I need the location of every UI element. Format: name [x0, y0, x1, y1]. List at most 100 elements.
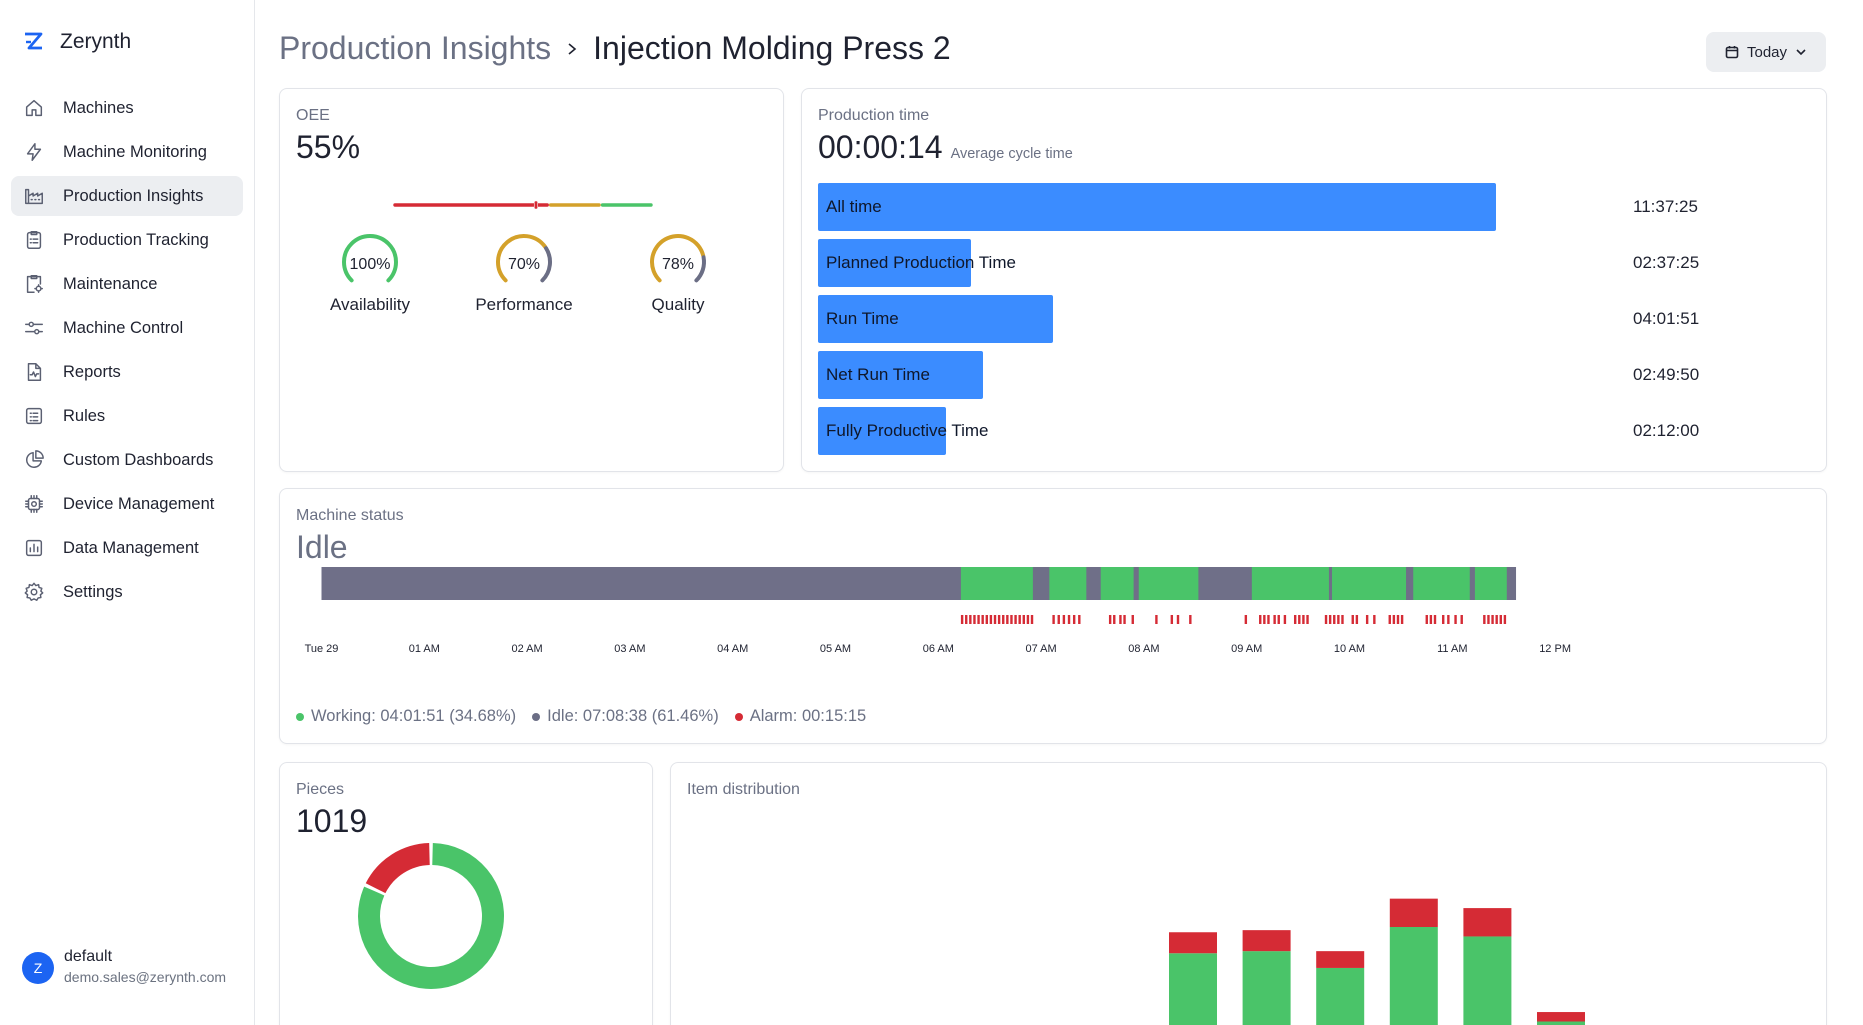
legend-alarm[interactable]: Alarm: 00:15:15: [734, 707, 867, 726]
sidebar-item-machines[interactable]: Machines: [11, 88, 243, 128]
legend-working[interactable]: Working: 04:01:51 (34.68%): [296, 707, 516, 726]
status-alarm-mark: [1062, 615, 1066, 624]
status-alarm-mark: [1022, 615, 1025, 624]
sidebar-item-label: Reports: [63, 362, 121, 381]
legend-idle[interactable]: Idle: 07:08:38 (61.46%): [532, 707, 719, 726]
distribution-bar-segment: [1389, 898, 1438, 927]
status-working-segment: [1138, 567, 1199, 600]
status-alarm-mark: [1337, 615, 1340, 624]
status-alarm-mark: [1078, 615, 1081, 624]
status-working-segment: [1332, 567, 1407, 600]
status-alarm-mark: [1131, 615, 1134, 624]
status-alarm-mark: [1273, 615, 1276, 624]
sidebar-item-data-management[interactable]: Data Management: [11, 528, 243, 568]
sidebar-item-label: Machine Monitoring: [63, 142, 207, 161]
status-alarm-mark: [1373, 615, 1376, 624]
status-alarm-mark: [1298, 615, 1301, 624]
donut-bad-slice: [365, 843, 430, 894]
brand[interactable]: Zerynth: [22, 30, 131, 54]
legend-dot: [296, 712, 304, 721]
prod-label: Planned Production Time: [826, 253, 1016, 272]
sidebar-item-settings[interactable]: Settings: [11, 572, 243, 612]
sidebar-item-label: Machine Control: [63, 318, 184, 337]
breadcrumb: Production Insights Injection Molding Pr…: [279, 30, 951, 67]
sidebar-item-reports[interactable]: Reports: [11, 352, 243, 392]
production-time-value-row: 00:00:14 Average cycle time: [818, 129, 1073, 166]
sidebar-item-machine-monitoring[interactable]: Machine Monitoring: [11, 132, 243, 172]
date-filter-button[interactable]: Today: [1706, 32, 1826, 72]
status-alarm-mark: [1503, 615, 1507, 624]
prod-row-planned-production-time: Planned Production Time 02:37:25: [818, 239, 1818, 287]
item-distribution-chart[interactable]: [671, 763, 1828, 1025]
clipboard-icon: [23, 229, 45, 251]
time-axis-tick: 10 AM: [1334, 643, 1365, 655]
pieces-card: Pieces 1019: [279, 762, 653, 1025]
time-axis-tick: 01 AM: [409, 643, 440, 655]
chevron-down-icon: [1796, 49, 1806, 56]
status-alarm-mark: [1267, 615, 1270, 624]
performance-value: 70%: [507, 256, 541, 273]
status-working-segment: [1251, 567, 1329, 600]
prod-row-all-time: All time 11:37:25: [818, 183, 1818, 231]
legend-text: Working: 04:01:51 (34.68%): [311, 707, 517, 725]
sidebar-item-label: Data Management: [63, 538, 199, 557]
gear-icon: [23, 581, 45, 603]
sidebar-item-device-management[interactable]: Device Management: [11, 484, 243, 524]
availability-gauge: 100% Availability: [300, 231, 440, 315]
user-name: default: [64, 948, 113, 965]
status-alarm-mark: [1429, 615, 1433, 624]
status-alarm-mark: [1328, 615, 1332, 624]
status-alarm-mark: [1400, 615, 1404, 624]
user-profile[interactable]: Z default demo.sales@zerynth.com: [22, 948, 226, 985]
status-alarm-mark: [1324, 615, 1328, 624]
legend-text: Alarm: 00:15:15: [749, 707, 867, 725]
status-alarm-mark: [993, 615, 997, 624]
status-alarm-mark: [1491, 615, 1494, 624]
time-axis-tick: Tue 29: [305, 643, 339, 655]
status-alarm-mark: [1306, 615, 1309, 624]
status-alarm-mark: [1010, 615, 1013, 624]
status-alarm-mark: [1499, 615, 1502, 624]
sidebar-item-machine-control[interactable]: Machine Control: [11, 308, 243, 348]
breadcrumb-parent[interactable]: Production Insights: [279, 30, 551, 67]
distribution-bar-segment: [1169, 932, 1217, 954]
machine-status-timeline[interactable]: Tue 29 01 AM 02 AM 03 AM 04 AM 05 AM 06 AM 07 A…: [280, 489, 1828, 699]
sidebar-item-label: Settings: [63, 582, 123, 601]
prod-value: 11:37:25: [1633, 197, 1698, 216]
status-alarm-mark: [1460, 615, 1463, 624]
prod-bar: [818, 183, 1496, 231]
status-working-segment: [1100, 567, 1134, 600]
status-alarm-mark: [1442, 615, 1445, 624]
sidebar-item-production-tracking[interactable]: Production Tracking: [11, 220, 243, 260]
status-alarm-mark: [973, 615, 976, 624]
oee-card: OEE 55% 100% Availability 70% Performanc…: [279, 88, 784, 472]
time-axis-tick: 06 AM: [923, 643, 954, 655]
status-alarm-mark: [1263, 615, 1266, 624]
status-alarm-mark: [1113, 615, 1116, 624]
status-alarm-mark: [1244, 615, 1248, 624]
oee-marker: [533, 201, 538, 209]
status-alarm-mark: [1057, 615, 1060, 624]
prod-row-fully-productive-time: Fully Productive Time 02:12:00: [818, 407, 1818, 455]
status-alarm-mark: [1006, 615, 1009, 624]
status-alarm-mark: [1176, 615, 1180, 624]
prod-label: All time: [826, 197, 882, 216]
oee-scale-segment: [393, 203, 549, 207]
status-alarm-mark: [1483, 615, 1486, 624]
status-alarm-mark: [1259, 615, 1262, 624]
time-axis-tick: 03 AM: [614, 643, 645, 655]
status-working-segment: [1049, 567, 1087, 600]
pie-chart-icon: [23, 449, 45, 471]
legend-dot: [734, 712, 743, 721]
status-alarm-mark: [1454, 615, 1457, 624]
sidebar-item-custom-dashboards[interactable]: Custom Dashboards: [11, 440, 243, 480]
status-alarm-mark: [1283, 615, 1287, 624]
sidebar-item-production-insights[interactable]: Production Insights: [11, 176, 243, 216]
pieces-donut-chart[interactable]: [280, 763, 654, 1025]
sidebar-item-maintenance[interactable]: Maintenance: [11, 264, 243, 304]
sidebar-item-rules[interactable]: Rules: [11, 396, 243, 436]
status-alarm-mark: [1365, 615, 1369, 624]
status-alarm-mark: [960, 615, 964, 624]
status-alarm-mark: [1002, 615, 1005, 624]
production-time-card: Production time 00:00:14 Average cycle t…: [801, 88, 1827, 472]
